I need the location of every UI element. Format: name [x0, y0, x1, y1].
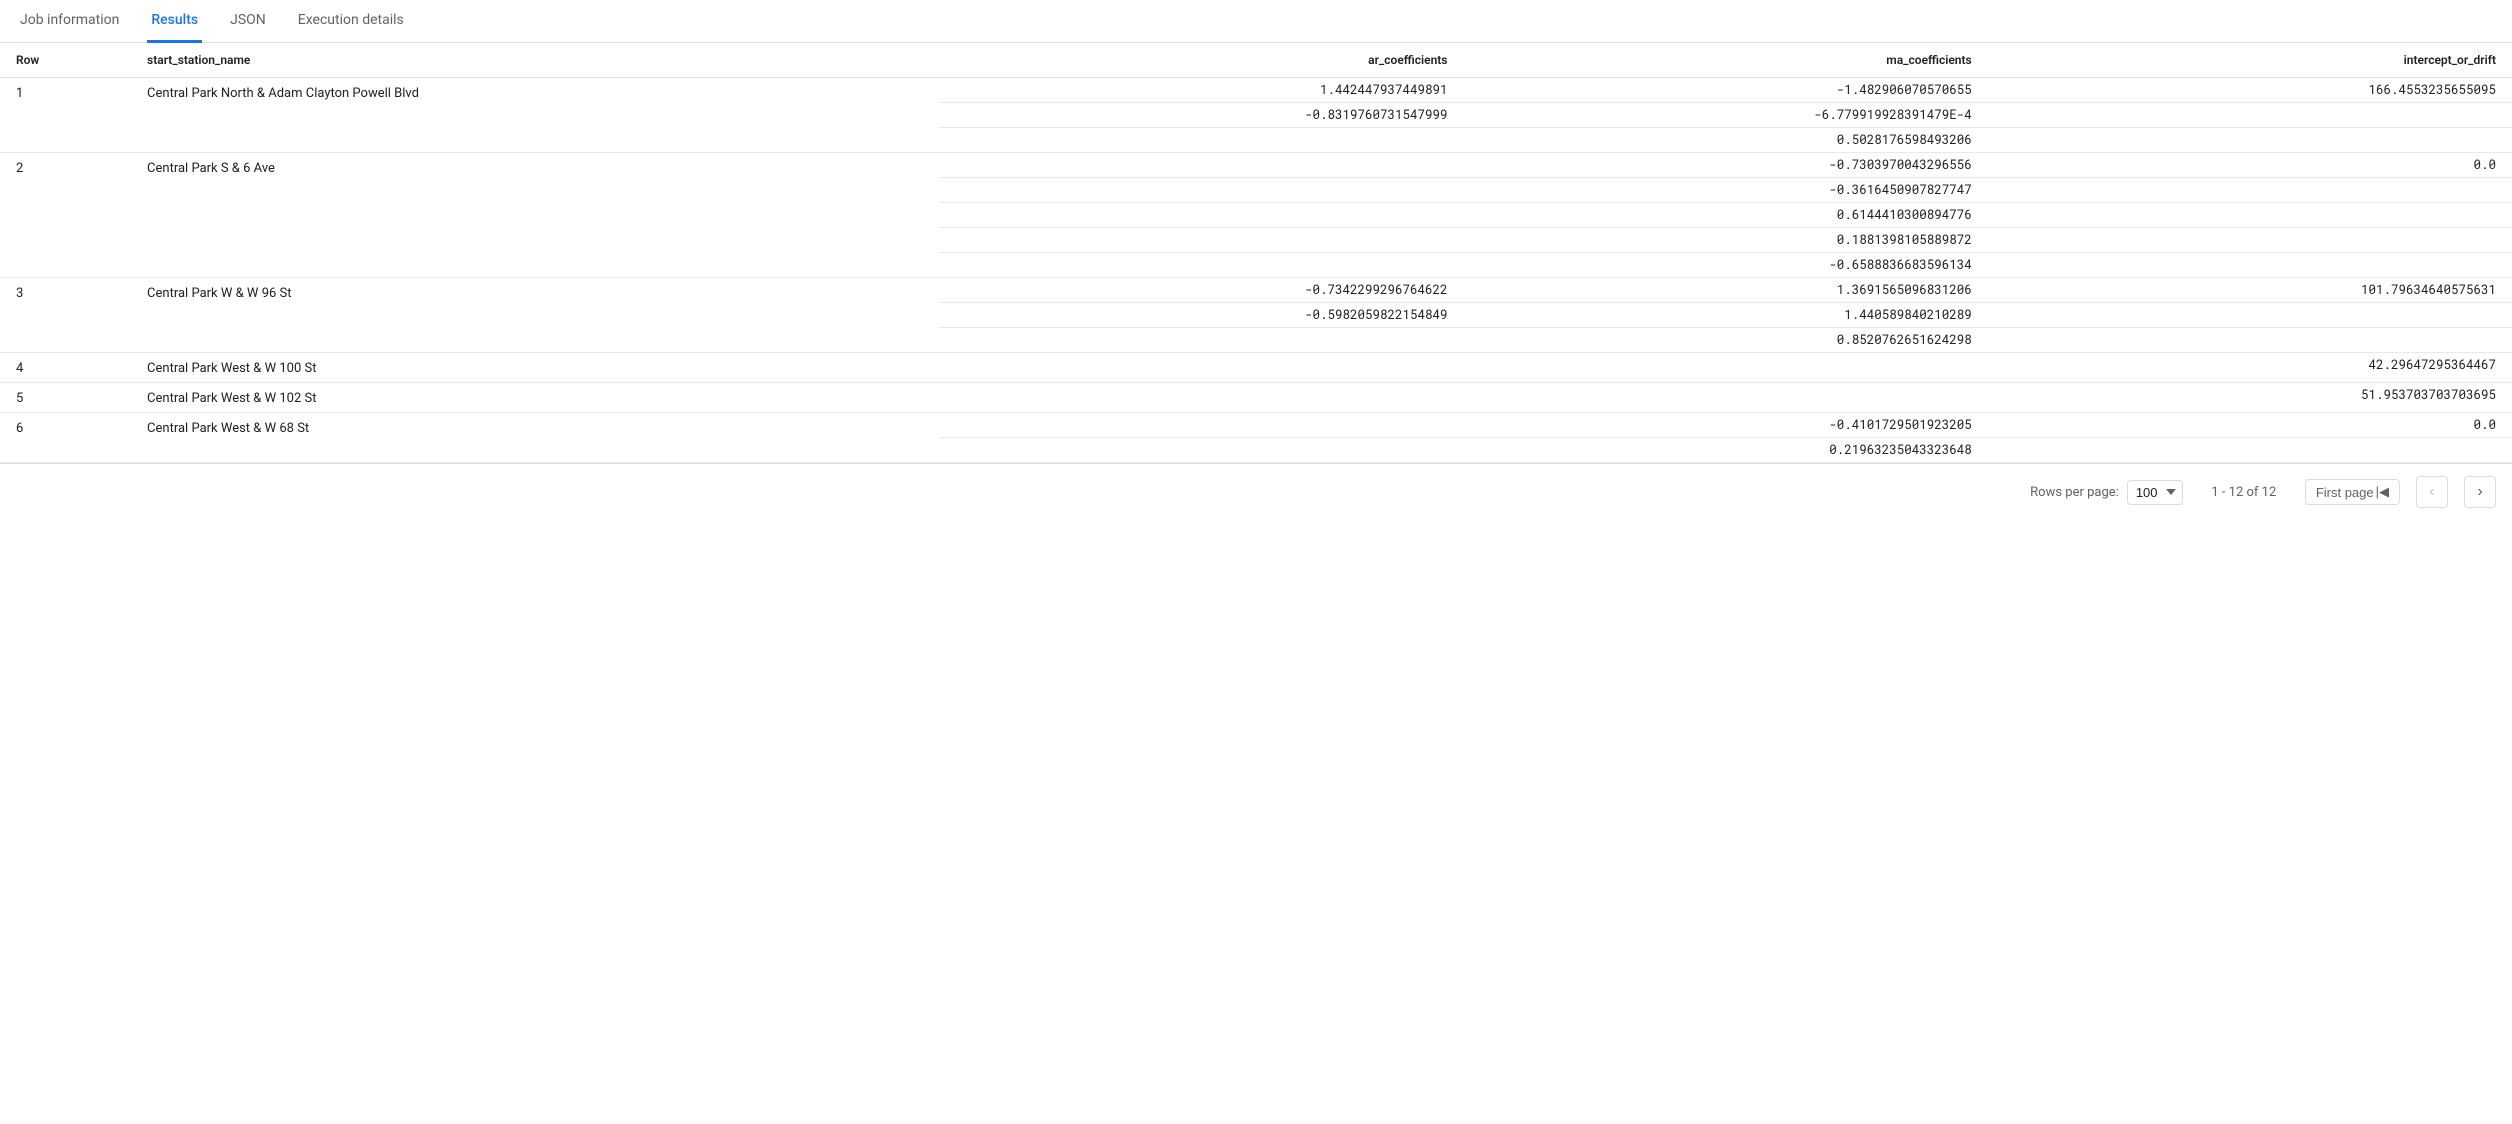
cell-intercept: [1988, 103, 2512, 128]
cell-intercept: 101.79634640575631: [1988, 278, 2512, 303]
table-footer: Rows per page: 100 50 25 1 - 12 of 12 Fi…: [0, 463, 2512, 520]
cell-ma-coefficient: 0.21963235043323648: [1463, 438, 1987, 463]
results-table: Row start_station_name ar_coefficients m…: [0, 43, 2512, 463]
cell-intercept: [1988, 328, 2512, 353]
cell-station-name: Central Park W & W 96 St: [131, 278, 939, 353]
cell-intercept: [1988, 228, 2512, 253]
cell-ma-coefficient: -0.3616450907827747: [1463, 178, 1987, 203]
cell-ma-coefficient: -0.6588836683596134: [1463, 253, 1987, 278]
tab-results[interactable]: Results: [147, 0, 202, 43]
rows-per-page-select[interactable]: 100 50 25: [2127, 480, 2183, 505]
col-header-start-station-name: start_station_name: [131, 43, 939, 78]
tab-execution-details[interactable]: Execution details: [294, 0, 408, 43]
cell-ar-coefficient: [939, 228, 1463, 253]
cell-ma-coefficient: 0.5028176598493206: [1463, 128, 1987, 153]
cell-intercept: [1988, 203, 2512, 228]
cell-ar-coefficient: -0.7342299296764622: [939, 278, 1463, 303]
cell-ma-coefficient: 0.6144410300894776: [1463, 203, 1987, 228]
cell-ma-coefficient: 0.1881398105889872: [1463, 228, 1987, 253]
table-row: 2Central Park S & 6 Ave-0.73039700432965…: [0, 153, 2512, 178]
cell-ma-coefficient: 0.8520762651624298: [1463, 328, 1987, 353]
cell-ma-coefficient: 1.3691565096831206: [1463, 278, 1987, 303]
cell-row-num: 4: [0, 353, 131, 383]
cell-intercept: 0.0: [1988, 413, 2512, 438]
cell-ar-coefficient: [939, 253, 1463, 278]
cell-ar-coefficient: [939, 413, 1463, 438]
rows-per-page-label: Rows per page:: [2030, 485, 2119, 500]
col-header-ma-coefficients: ma_coefficients: [1463, 43, 1987, 78]
cell-row-num: 1: [0, 78, 131, 153]
first-page-icon: |◀: [2376, 484, 2389, 500]
cell-station-name: Central Park West & W 68 St: [131, 413, 939, 463]
table-row: 4Central Park West & W 100 St 42.29647295…: [0, 353, 2512, 383]
rows-per-page-container: Rows per page: 100 50 25: [2030, 480, 2183, 505]
cell-ar-coefficient: [939, 328, 1463, 353]
table-row: 6Central Park West & W 68 St-0.410172950…: [0, 413, 2512, 438]
cell-station-name: Central Park North & Adam Clayton Powell…: [131, 78, 939, 153]
col-header-row: Row: [0, 43, 131, 78]
cell-intercept: 51.953703703703695: [1988, 383, 2512, 413]
col-header-intercept-or-drift: intercept_or_drift: [1988, 43, 2512, 78]
cell-ar-coefficient: [939, 203, 1463, 228]
next-page-button[interactable]: ›: [2464, 476, 2496, 508]
cell-station-name: Central Park West & W 102 St: [131, 383, 939, 413]
tab-json[interactable]: JSON: [226, 0, 270, 43]
cell-ar-coefficient: -0.8319760731547999: [939, 103, 1463, 128]
cell-intercept: [1988, 128, 2512, 153]
prev-icon: ‹: [2429, 483, 2434, 501]
tab-job-information[interactable]: Job information: [16, 0, 123, 43]
cell-ma-coefficient: -0.7303970043296556: [1463, 153, 1987, 178]
col-header-ar-coefficients: ar_coefficients: [939, 43, 1463, 78]
pagination-info: 1 - 12 of 12: [2199, 485, 2289, 500]
cell-ar-coefficient: [939, 178, 1463, 203]
cell-ma-coefficient: [1463, 383, 1987, 413]
cell-ar-coefficient: [939, 153, 1463, 178]
cell-intercept: [1988, 253, 2512, 278]
cell-ar-coefficient: [939, 438, 1463, 463]
cell-intercept: 166.4553235655095: [1988, 78, 2512, 103]
first-page-label: First page: [2316, 485, 2374, 500]
cell-ar-coefficient: [939, 353, 1463, 383]
first-page-button[interactable]: First page |◀: [2305, 479, 2400, 505]
cell-ar-coefficient: -0.5982059822154849: [939, 303, 1463, 328]
cell-ar-coefficient: [939, 128, 1463, 153]
table-row: 5Central Park West & W 102 St 51.95370370…: [0, 383, 2512, 413]
cell-intercept: [1988, 303, 2512, 328]
cell-intercept: 0.0: [1988, 153, 2512, 178]
cell-ma-coefficient: -1.482906070570655: [1463, 78, 1987, 103]
table-row: 1Central Park North & Adam Clayton Powel…: [0, 78, 2512, 103]
cell-station-name: Central Park S & 6 Ave: [131, 153, 939, 278]
cell-ma-coefficient: -6.779919928391479E-4: [1463, 103, 1987, 128]
cell-intercept: [1988, 178, 2512, 203]
cell-station-name: Central Park West & W 100 St: [131, 353, 939, 383]
cell-ma-coefficient: [1463, 353, 1987, 383]
next-icon: ›: [2477, 483, 2482, 501]
table-row: 3Central Park W & W 96 St-0.734229929676…: [0, 278, 2512, 303]
cell-ma-coefficient: 1.440589840210289: [1463, 303, 1987, 328]
cell-intercept: 42.29647295364467: [1988, 353, 2512, 383]
cell-row-num: 6: [0, 413, 131, 463]
cell-ma-coefficient: -0.4101729501923205: [1463, 413, 1987, 438]
cell-ar-coefficient: 1.442447937449891: [939, 78, 1463, 103]
cell-intercept: [1988, 438, 2512, 463]
table-container: Row start_station_name ar_coefficients m…: [0, 43, 2512, 463]
cell-ar-coefficient: [939, 383, 1463, 413]
cell-row-num: 3: [0, 278, 131, 353]
cell-row-num: 5: [0, 383, 131, 413]
prev-page-button[interactable]: ‹: [2416, 476, 2448, 508]
tabs-container: Job information Results JSON Execution d…: [0, 0, 2512, 43]
cell-row-num: 2: [0, 153, 131, 278]
